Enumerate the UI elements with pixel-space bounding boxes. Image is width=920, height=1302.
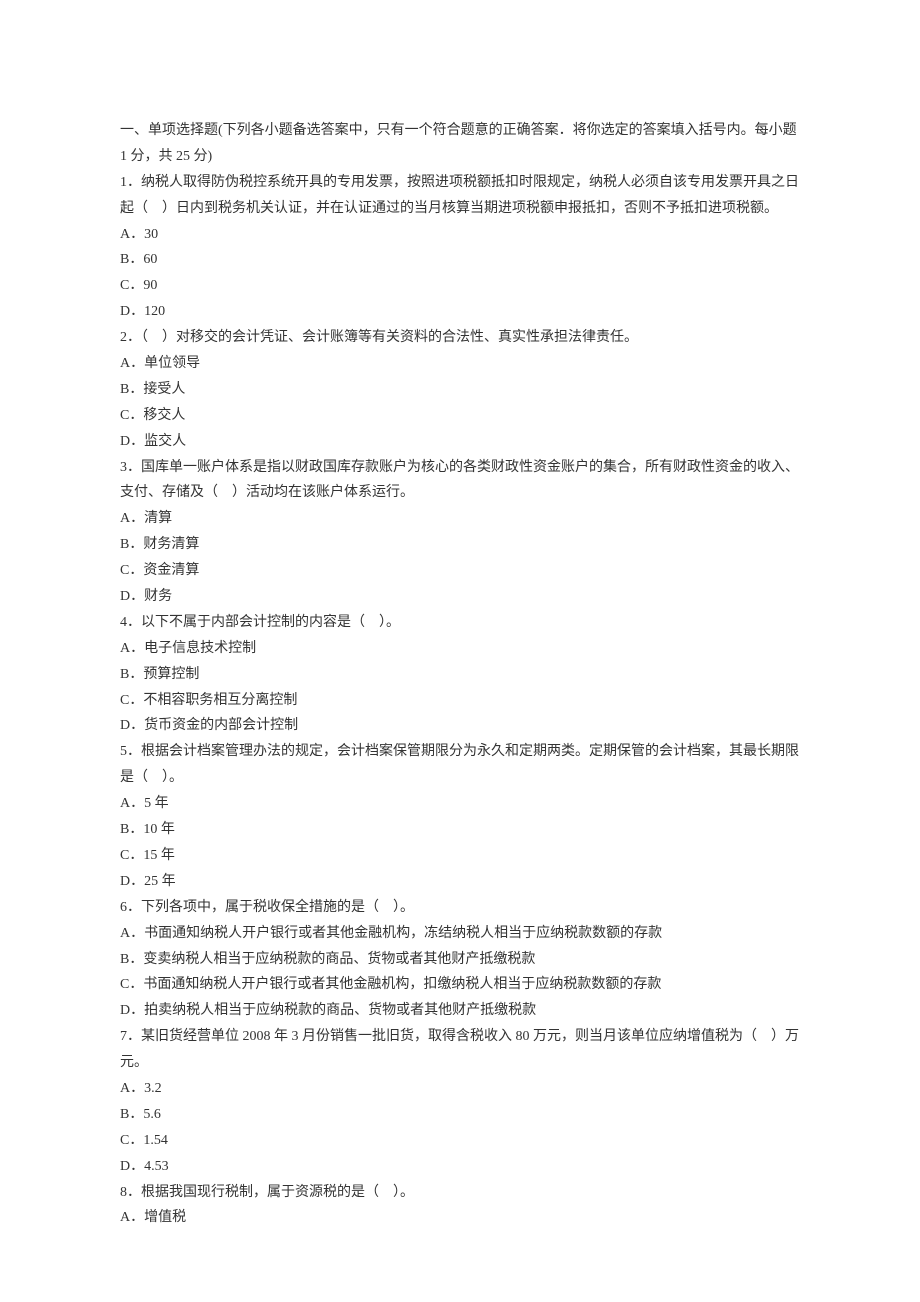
option-b: B．变卖纳税人相当于应纳税款的商品、货物或者其他财产抵缴税款 xyxy=(120,947,800,973)
question-3: 3．国库单一账户体系是指以财政国库存款账户为核心的各类财政性资金账户的集合，所有… xyxy=(120,455,800,610)
question-5: 5．根据会计档案管理办法的规定，会计档案保管期限分为永久和定期两类。定期保管的会… xyxy=(120,739,800,894)
option-c: C．书面通知纳税人开户银行或者其他金融机构，扣缴纳税人相当于应纳税款数额的存款 xyxy=(120,972,800,998)
option-d: D．25 年 xyxy=(120,869,800,895)
option-c: C．资金清算 xyxy=(120,558,800,584)
question-6: 6．下列各项中，属于税收保全措施的是（ ）。 A．书面通知纳税人开户银行或者其他… xyxy=(120,895,800,1024)
question-stem: 3．国库单一账户体系是指以财政国库存款账户为核心的各类财政性资金账户的集合，所有… xyxy=(120,455,800,507)
option-c: C．15 年 xyxy=(120,843,800,869)
question-2: 2．（ ）对移交的会计凭证、会计账簿等有关资料的合法性、真实性承担法律责任。 A… xyxy=(120,325,800,454)
option-d: D．财务 xyxy=(120,584,800,610)
question-stem: 6．下列各项中，属于税收保全措施的是（ ）。 xyxy=(120,895,800,921)
question-stem: 4．以下不属于内部会计控制的内容是（ ）。 xyxy=(120,610,800,636)
question-1: 1．纳税人取得防伪税控系统开具的专用发票，按照进项税额抵扣时限规定，纳税人必须自… xyxy=(120,170,800,325)
option-d: D．120 xyxy=(120,299,800,325)
document-page: 一、单项选择题(下列各小题备选答案中，只有一个符合题意的正确答案．将你选定的答案… xyxy=(0,0,920,1302)
question-stem: 5．根据会计档案管理办法的规定，会计档案保管期限分为永久和定期两类。定期保管的会… xyxy=(120,739,800,791)
option-a: A．30 xyxy=(120,222,800,248)
option-a: A．5 年 xyxy=(120,791,800,817)
question-stem: 2．（ ）对移交的会计凭证、会计账簿等有关资料的合法性、真实性承担法律责任。 xyxy=(120,325,800,351)
question-8: 8．根据我国现行税制，属于资源税的是（ ）。 A．增值税 xyxy=(120,1180,800,1232)
option-a: A．书面通知纳税人开户银行或者其他金融机构，冻结纳税人相当于应纳税款数额的存款 xyxy=(120,921,800,947)
question-4: 4．以下不属于内部会计控制的内容是（ ）。 A．电子信息技术控制 B．预算控制 … xyxy=(120,610,800,739)
question-stem: 1．纳税人取得防伪税控系统开具的专用发票，按照进项税额抵扣时限规定，纳税人必须自… xyxy=(120,170,800,222)
question-stem: 7．某旧货经营单位 2008 年 3 月份销售一批旧货，取得含税收入 80 万元… xyxy=(120,1024,800,1076)
option-b: B．10 年 xyxy=(120,817,800,843)
option-a: A．电子信息技术控制 xyxy=(120,636,800,662)
option-d: D．货币资金的内部会计控制 xyxy=(120,713,800,739)
option-c: C．不相容职务相互分离控制 xyxy=(120,688,800,714)
option-c: C．1.54 xyxy=(120,1128,800,1154)
option-b: B．60 xyxy=(120,247,800,273)
option-c: C．移交人 xyxy=(120,403,800,429)
option-a: A．清算 xyxy=(120,506,800,532)
option-b: B．5.6 xyxy=(120,1102,800,1128)
option-d: D．监交人 xyxy=(120,429,800,455)
option-a: A．3.2 xyxy=(120,1076,800,1102)
section-instructions: 一、单项选择题(下列各小题备选答案中，只有一个符合题意的正确答案．将你选定的答案… xyxy=(120,118,800,170)
option-c: C．90 xyxy=(120,273,800,299)
option-b: B．财务清算 xyxy=(120,532,800,558)
question-7: 7．某旧货经营单位 2008 年 3 月份销售一批旧货，取得含税收入 80 万元… xyxy=(120,1024,800,1179)
question-stem: 8．根据我国现行税制，属于资源税的是（ ）。 xyxy=(120,1180,800,1206)
option-a: A．单位领导 xyxy=(120,351,800,377)
option-d: D．4.53 xyxy=(120,1154,800,1180)
option-a: A．增值税 xyxy=(120,1205,800,1231)
option-b: B．接受人 xyxy=(120,377,800,403)
option-b: B．预算控制 xyxy=(120,662,800,688)
option-d: D．拍卖纳税人相当于应纳税款的商品、货物或者其他财产抵缴税款 xyxy=(120,998,800,1024)
